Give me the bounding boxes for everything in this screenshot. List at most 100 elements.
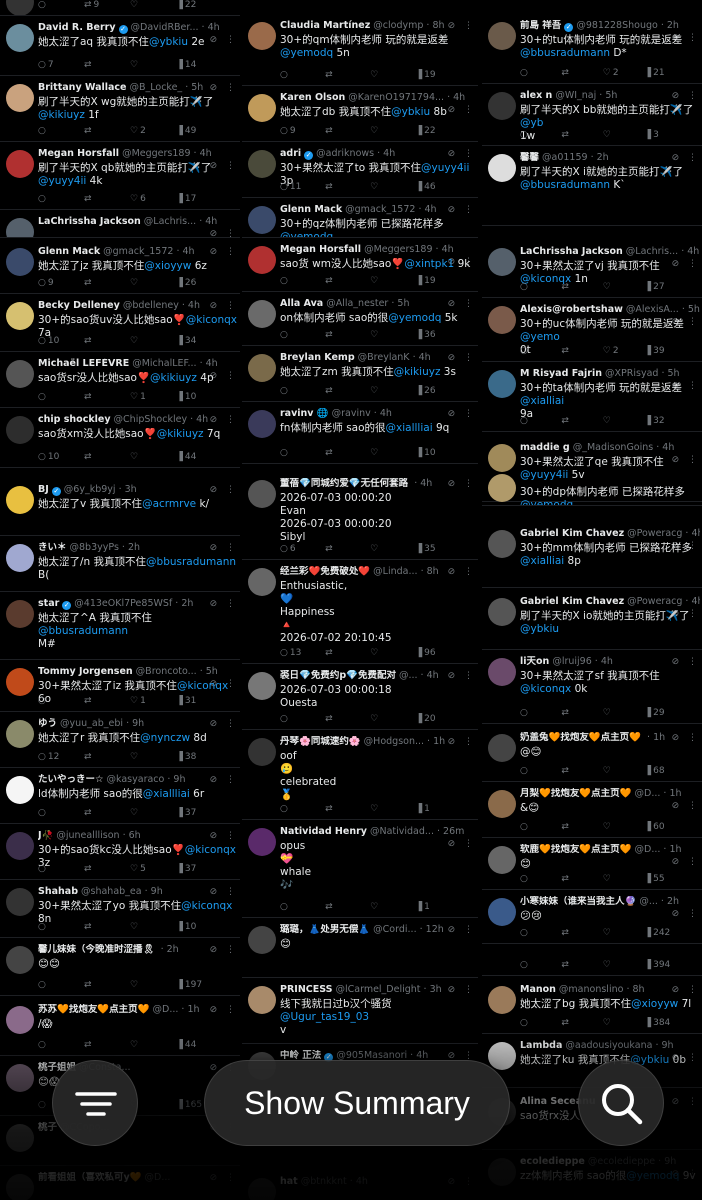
views-action[interactable]: ▐ 3 — [644, 129, 685, 141]
tweet[interactable]: 奶盖兔🧡找炮友🧡点主页🧡 · 1h ⊘ ⋮ @😊 ○ ⇄ ♡ ▐ 68 — [482, 726, 702, 782]
author-name[interactable]: Alexis@robertshaw — [520, 304, 623, 315]
tweet[interactable]: Becky Delleney @bdelleney · 4h ⊘ ⋮ 30+的sao货… — [0, 294, 240, 352]
author-name[interactable]: BJ — [38, 484, 49, 495]
views-action[interactable]: ▐ 19 — [415, 275, 460, 287]
repost-action[interactable]: ⇄ — [561, 821, 602, 833]
reply-action[interactable]: ○ — [38, 921, 84, 933]
grok-and-more-icon[interactable]: ⊘ ⋮ — [210, 484, 238, 496]
views-action[interactable]: ▐ 31 — [176, 695, 222, 707]
avatar[interactable] — [488, 22, 516, 50]
repost-action[interactable]: ⇄ — [84, 335, 130, 347]
tweet[interactable]: alex n @WI_naj · 5h ⊘ ⋮ 刷了半天的X bb就她的主页能打✈️了… — [482, 84, 702, 146]
mention-link[interactable]: @nynczw — [140, 732, 190, 744]
grok-and-more-icon[interactable]: ⊘ ⋮ — [448, 736, 476, 748]
tweet[interactable]: 裘日💎免费约p💎免费配对 @... · 4h ⊘ ⋮ 2026-07-03 00:00… — [242, 664, 478, 730]
views-action[interactable]: ▐ 22 — [176, 0, 222, 11]
grok-and-more-icon[interactable]: ⊘ ⋮ — [210, 82, 238, 94]
repost-action[interactable]: ⇄ — [561, 67, 602, 79]
avatar[interactable] — [248, 738, 276, 766]
avatar[interactable] — [248, 94, 276, 122]
repost-action[interactable]: ⇄ — [325, 329, 370, 341]
author-name[interactable]: 前島 祥吾 — [520, 20, 561, 31]
tweet[interactable]: ○ ⇄ 9 ♡ ▐ 22 — [0, 0, 240, 16]
author-name[interactable]: J🥀 — [38, 830, 53, 841]
mention-link[interactable]: @ybkiu — [520, 623, 559, 635]
repost-action[interactable]: ⇄ — [84, 391, 130, 403]
reply-action[interactable]: ○ — [280, 713, 325, 725]
mention-link[interactable]: @kikiuyz — [150, 372, 197, 384]
author-name[interactable]: 奶盖兔🧡找炮友🧡点主页🧡 — [520, 732, 641, 743]
grok-and-more-icon[interactable]: ⊘ ⋮ — [210, 774, 238, 786]
grok-and-more-icon[interactable]: ⊘ ⋮ — [210, 300, 238, 312]
like-action[interactable]: ♡ — [130, 59, 176, 71]
author-name[interactable]: Gabriel Kim Chavez — [520, 596, 624, 607]
mention-link[interactable]: @xioyyw — [144, 260, 191, 272]
like-action[interactable]: ♡ — [370, 385, 415, 397]
author-name[interactable]: Brittany Wallace — [38, 82, 127, 93]
views-action[interactable]: ▐ 37 — [176, 863, 222, 875]
avatar[interactable] — [488, 474, 516, 502]
repost-action[interactable]: ⇄ — [561, 129, 602, 141]
views-action[interactable]: ▐ 1 — [415, 901, 460, 913]
tweet[interactable]: ○ ⇄ ♡ ▐ 394 — [482, 944, 702, 976]
tweet[interactable]: Shahab @shahab_ea · 9h ⊘ ⋮ 30+果然太涩了yo 我真顶不住… — [0, 880, 240, 938]
avatar[interactable] — [6, 360, 34, 388]
grok-and-more-icon[interactable]: ⊘ ⋮ — [448, 20, 476, 32]
mention-link[interactable]: @yb — [520, 117, 543, 129]
avatar[interactable] — [248, 986, 276, 1014]
repost-action[interactable]: ⇄ — [84, 863, 130, 875]
avatar[interactable] — [6, 416, 34, 444]
like-action[interactable]: ♡ — [603, 415, 644, 427]
author-name[interactable]: ゆう — [38, 718, 57, 729]
filter-button[interactable] — [52, 1060, 138, 1146]
avatar[interactable] — [248, 568, 276, 596]
repost-action[interactable]: ⇄ — [84, 695, 130, 707]
like-action[interactable]: ♡ — [130, 751, 176, 763]
reply-action[interactable]: ○ — [38, 807, 84, 819]
like-action[interactable]: ♡ — [130, 335, 176, 347]
author-name[interactable]: David R. Berry — [38, 22, 116, 33]
avatar[interactable] — [248, 410, 276, 438]
views-action[interactable]: ▐ 34 — [176, 335, 222, 347]
like-action[interactable]: ♡ 1 — [130, 695, 176, 707]
like-action[interactable]: ♡ — [603, 959, 644, 971]
reply-action[interactable]: ○ — [520, 345, 561, 357]
like-action[interactable]: ♡ — [370, 803, 415, 815]
like-action[interactable]: ♡ — [370, 543, 415, 555]
views-action[interactable]: ▐ 17 — [176, 193, 222, 205]
like-action[interactable]: ♡ — [370, 275, 415, 287]
grok-and-more-icon[interactable]: ⊘ ⋮ — [448, 298, 476, 310]
grok-and-more-icon[interactable]: ⊘ ⋮ — [210, 246, 238, 258]
repost-action[interactable]: ⇄ — [325, 447, 370, 459]
avatar[interactable] — [6, 600, 34, 628]
like-action[interactable]: ♡ 1 — [130, 391, 176, 403]
repost-action[interactable]: ⇄ — [84, 751, 130, 763]
mention-link[interactable]: @yuyy4ii — [38, 175, 86, 187]
author-name[interactable]: たいやっきー☆ — [38, 774, 104, 785]
like-action[interactable]: ♡ 2 — [603, 345, 644, 357]
views-action[interactable]: ▐44 — [176, 451, 222, 463]
reply-action[interactable]: ○ — [520, 959, 561, 971]
reply-action[interactable]: ○ 6 — [280, 543, 325, 555]
views-action[interactable]: ▐ 39 — [644, 345, 685, 357]
mention-link[interactable]: @yemodq — [280, 231, 333, 237]
views-action[interactable]: ▐ 68 — [644, 765, 685, 777]
tweet[interactable]: Alexis@robertshaw @AlexisA... · 5h ⊘ ⋮ 30+的… — [482, 298, 702, 362]
views-action[interactable]: ▐ 46 — [415, 181, 460, 193]
reply-action[interactable]: ○ — [280, 901, 325, 913]
avatar[interactable] — [248, 246, 276, 274]
grok-and-more-icon[interactable]: ⊘ ⋮ — [210, 1004, 238, 1016]
mention-link[interactable]: @ybkiu — [391, 106, 430, 118]
tweet[interactable]: 馨儿妹妹（今晚准时涩播🎗 · 2h ⊘ ⋮ 😊😊 ○ ⇄ ♡ ▐ 197 — [0, 938, 240, 996]
tweet[interactable]: M Risyad Fajrin @XPRisyad · 5h ⊘ ⋮ 30+的ta体制… — [482, 362, 702, 432]
like-action[interactable]: ♡ — [603, 281, 644, 293]
reply-action[interactable]: ○ — [38, 193, 84, 205]
tweet[interactable]: Claudia Martínez @clodymp · 8h ⊘ ⋮ 30+的qm体制… — [242, 14, 478, 86]
views-action[interactable]: ▐ 22 — [415, 125, 460, 137]
repost-action[interactable]: ⇄ — [561, 873, 602, 885]
mention-link[interactable]: @acrmrve — [142, 498, 196, 510]
views-action[interactable]: ▐ 38 — [176, 751, 222, 763]
avatar[interactable] — [248, 206, 276, 234]
author-name[interactable]: Shahab — [38, 886, 78, 897]
mention-link[interactable]: @xintpk1 — [404, 258, 454, 270]
